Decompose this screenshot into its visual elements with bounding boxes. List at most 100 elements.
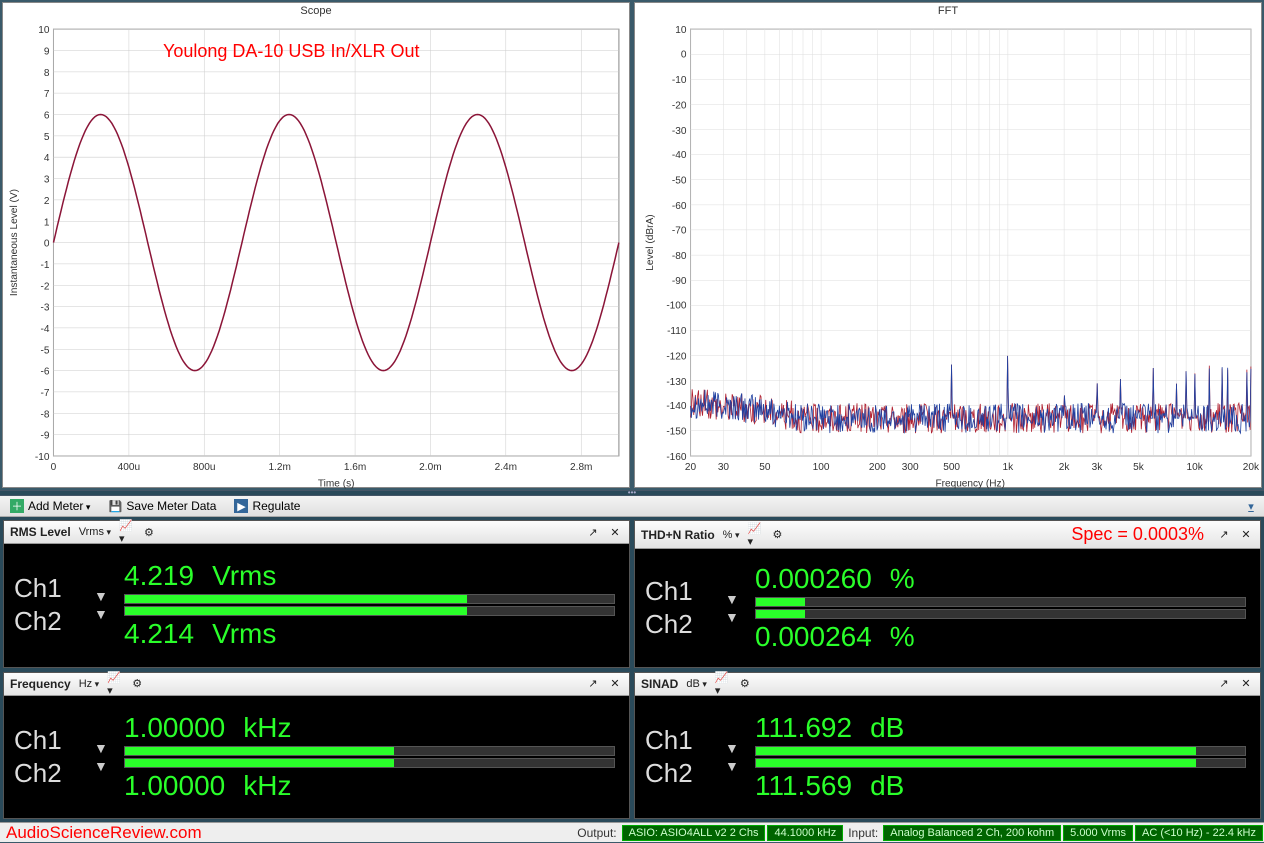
close-icon[interactable]: ✕ [1238, 527, 1254, 543]
svg-text:-5: -5 [40, 345, 49, 356]
sinad-ch1-label: Ch1 [645, 725, 725, 756]
rms-ch2-value: 4.214Vrms [124, 618, 615, 650]
svg-text:0: 0 [44, 239, 50, 250]
svg-text:2k: 2k [1059, 462, 1071, 473]
sinad-ch1-valuearea: 111.692dB [755, 712, 1246, 756]
fft-ylabel: Level (dBrA) [645, 214, 656, 270]
thdn-title: THD+N Ratio [641, 528, 715, 542]
svg-text:4: 4 [44, 153, 50, 164]
svg-text:2.4m: 2.4m [495, 462, 517, 473]
svg-text:0: 0 [51, 462, 57, 473]
rms-ch1-bar [124, 594, 615, 604]
rms-ch1-valuearea: 4.219Vrms [124, 560, 615, 604]
close-icon[interactable]: ✕ [1238, 676, 1254, 692]
chevron-down-icon[interactable]: ▼ [94, 740, 120, 756]
freq-ch2-row: Ch2 ▼ 1.00000kHz [14, 758, 619, 813]
minimize-icon[interactable]: ▾ [1244, 499, 1258, 513]
output-rate-chip[interactable]: 44.1000 kHz [767, 825, 843, 841]
save-meter-label: Save Meter Data [126, 499, 216, 513]
sinad-ch1-bar [755, 746, 1246, 756]
svg-text:-90: -90 [672, 276, 687, 287]
rms-ch2-valuearea: 4.214Vrms [124, 606, 615, 650]
sinad-ch1-value: 111.692dB [755, 712, 1246, 744]
freq-panel: Frequency Hz 📈▾ ⚙ ↗ ✕ Ch1 ▼ 1.00000kHz [3, 672, 630, 820]
close-icon[interactable]: ✕ [607, 524, 623, 540]
svg-text:100: 100 [813, 462, 830, 473]
popout-icon[interactable]: ↗ [1216, 527, 1232, 543]
regulate-label: Regulate [252, 499, 300, 513]
popout-icon[interactable]: ↗ [1216, 676, 1232, 692]
freq-unit-dropdown[interactable]: Hz [77, 678, 101, 690]
chevron-down-icon[interactable]: ▼ [725, 609, 751, 625]
rms-title: RMS Level [10, 525, 71, 539]
svg-text:-6: -6 [40, 367, 49, 378]
regulate-button[interactable]: ▶ Regulate [230, 498, 304, 514]
svg-text:-7: -7 [40, 388, 49, 399]
chevron-down-icon[interactable]: ▼ [725, 591, 751, 607]
svg-text:-10: -10 [672, 75, 687, 86]
svg-text:-130: -130 [666, 377, 687, 388]
gear-icon[interactable]: ⚙ [141, 524, 157, 540]
sinad-body: Ch1 ▼ 111.692dB Ch2 ▼ 111.569dB [635, 696, 1260, 819]
svg-text:3: 3 [44, 175, 50, 186]
svg-text:20k: 20k [1243, 462, 1260, 473]
sinad-ch1-row: Ch1 ▼ 111.692dB [645, 701, 1250, 756]
svg-text:30: 30 [718, 462, 730, 473]
scope-chart[interactable]: Scope [2, 2, 630, 488]
chevron-down-icon[interactable]: ▼ [725, 740, 751, 756]
chevron-down-icon[interactable]: ▼ [94, 606, 120, 622]
add-meter-button[interactable]: ＋ Add Meter [6, 498, 94, 514]
rms-unit-dropdown[interactable]: Vrms [77, 526, 113, 538]
gear-icon[interactable]: ⚙ [737, 676, 753, 692]
fft-chart[interactable]: FFT 100 [634, 2, 1262, 488]
svg-text:10: 10 [38, 25, 50, 36]
svg-text:500: 500 [943, 462, 960, 473]
sinad-ch2-bar [755, 758, 1246, 768]
chevron-down-icon[interactable]: ▼ [94, 588, 120, 604]
input-device-chip[interactable]: Analog Balanced 2 Ch, 200 kohm [883, 825, 1061, 841]
thdn-panel: THD+N Ratio % 📈▾ ⚙ Spec = 0.0003% ↗ ✕ Ch… [634, 520, 1261, 668]
svg-text:-160: -160 [666, 452, 687, 463]
fft-xlabel: Frequency (Hz) [935, 478, 1004, 489]
gear-icon[interactable]: ⚙ [129, 676, 145, 692]
svg-text:800u: 800u [193, 462, 215, 473]
scope-title: Scope [3, 3, 629, 19]
svg-text:400u: 400u [118, 462, 140, 473]
input-bw-chip[interactable]: AC (<10 Hz) - 22.4 kHz [1135, 825, 1263, 841]
output-device-chip[interactable]: ASIO: ASIO4ALL v2 2 Chs [622, 825, 766, 841]
rms-ch2-bar [124, 606, 615, 616]
sinad-ch2-row: Ch2 ▼ 111.569dB [645, 758, 1250, 813]
svg-text:-30: -30 [672, 126, 687, 137]
svg-text:7: 7 [44, 89, 50, 100]
rms-graph-icon[interactable]: 📈▾ [119, 524, 135, 540]
svg-text:50: 50 [759, 462, 771, 473]
freq-graph-icon[interactable]: 📈▾ [107, 676, 123, 692]
rms-body: Ch1 ▼ 4.219Vrms Ch2 ▼ 4.214Vrms [4, 544, 629, 667]
svg-text:5k: 5k [1133, 462, 1145, 473]
chevron-down-icon[interactable]: ▼ [725, 758, 751, 774]
thdn-graph-icon[interactable]: 📈▾ [747, 527, 763, 543]
close-icon[interactable]: ✕ [607, 676, 623, 692]
thdn-body: Ch1 ▼ 0.000260% Ch2 ▼ 0.000264% [635, 549, 1260, 667]
sinad-unit-dropdown[interactable]: dB [684, 678, 709, 690]
input-vrms-chip[interactable]: 5.000 Vrms [1063, 825, 1133, 841]
thdn-ch1-label: Ch1 [645, 576, 725, 607]
popout-icon[interactable]: ↗ [585, 676, 601, 692]
popout-icon[interactable]: ↗ [585, 524, 601, 540]
sinad-graph-icon[interactable]: 📈▾ [715, 676, 731, 692]
chevron-down-icon[interactable]: ▼ [94, 758, 120, 774]
sinad-panel: SINAD dB 📈▾ ⚙ ↗ ✕ Ch1 ▼ 111.692dB [634, 672, 1261, 820]
rms-ch1-value: 4.219Vrms [124, 560, 615, 592]
thdn-unit-dropdown[interactable]: % [721, 529, 742, 541]
thdn-spec: Spec = 0.0003% [1071, 524, 1204, 545]
save-meter-button[interactable]: 💾 Save Meter Data [104, 498, 220, 514]
svg-text:8: 8 [44, 68, 50, 79]
freq-ch2-bar [124, 758, 615, 768]
thdn-ch1-value: 0.000260% [755, 563, 1246, 595]
freq-ch1-label: Ch1 [14, 725, 94, 756]
svg-text:2.8m: 2.8m [570, 462, 592, 473]
gear-icon[interactable]: ⚙ [769, 527, 785, 543]
svg-text:-140: -140 [666, 401, 687, 412]
svg-text:-80: -80 [672, 251, 687, 262]
fft-plot-area: 100-10 -20-30-40 -50-60-70 -80-90-100 -1… [635, 19, 1261, 497]
